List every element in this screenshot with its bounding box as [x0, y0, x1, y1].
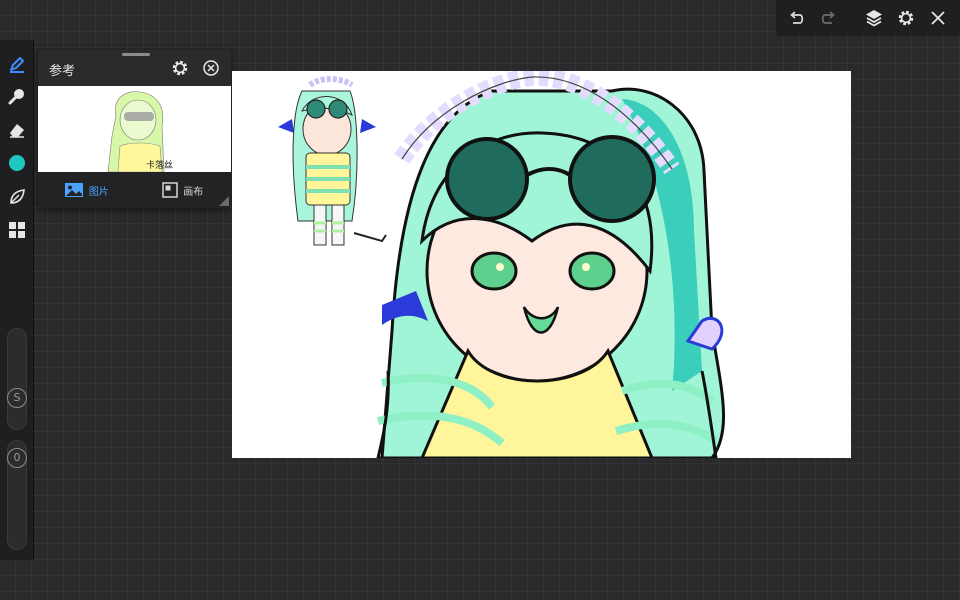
grid-tool-button[interactable]: [5, 218, 29, 242]
layers-button[interactable]: [862, 6, 886, 30]
canvas-artwork: [278, 71, 726, 458]
reference-panel: 参考 卡落丝 图片 画布: [38, 50, 231, 208]
panel-drag-handle[interactable]: [122, 53, 150, 56]
reference-character-image: [107, 91, 165, 172]
gear-icon[interactable]: [170, 58, 190, 78]
reference-image: 卡落丝: [38, 86, 231, 172]
gear-icon: [898, 10, 914, 26]
redo-button[interactable]: [817, 6, 841, 30]
redo-icon: [821, 11, 835, 24]
settings-button[interactable]: [894, 6, 918, 30]
pen-icon: [10, 57, 24, 73]
panel-title: 参考: [49, 64, 76, 79]
close-button[interactable]: [926, 6, 950, 30]
canvas-icon: [162, 182, 178, 198]
top-toolbar: [776, 0, 960, 36]
leaf-icon: [10, 189, 25, 204]
tab-canvas[interactable]: 画布: [135, 172, 232, 208]
reference-tabs: 图片 画布: [38, 172, 231, 208]
color-swatch-icon: [9, 155, 25, 171]
leaf-tool-button[interactable]: [5, 185, 29, 209]
eraser-icon: [10, 124, 24, 138]
size-slider-label: S: [7, 388, 27, 408]
image-icon: [64, 183, 83, 197]
close-circle-icon[interactable]: [201, 58, 221, 78]
tab-image[interactable]: 图片: [38, 172, 135, 208]
size-slider[interactable]: [7, 328, 27, 430]
undo-button[interactable]: [784, 6, 808, 30]
opacity-slider-label: 0: [7, 448, 27, 468]
pen-tool-button[interactable]: [5, 52, 29, 76]
tab-image-label: 图片: [88, 186, 109, 198]
close-icon: [931, 11, 945, 25]
reference-caption: 卡落丝: [146, 161, 174, 171]
layers-icon: [866, 10, 882, 27]
brush-tool-button[interactable]: [5, 84, 29, 108]
left-toolbar: S 0: [0, 40, 34, 560]
drawing-canvas[interactable]: [232, 71, 851, 458]
main-character-drawing: [376, 71, 726, 458]
eraser-tool-button[interactable]: [5, 118, 29, 142]
tab-canvas-label: 画布: [183, 186, 204, 198]
brush-icon: [8, 89, 24, 105]
color-tool-button[interactable]: [5, 151, 29, 175]
panel-resize-handle[interactable]: [219, 196, 229, 206]
undo-icon: [790, 11, 804, 24]
chibi-character: [278, 76, 387, 246]
grid-icon: [9, 222, 25, 238]
